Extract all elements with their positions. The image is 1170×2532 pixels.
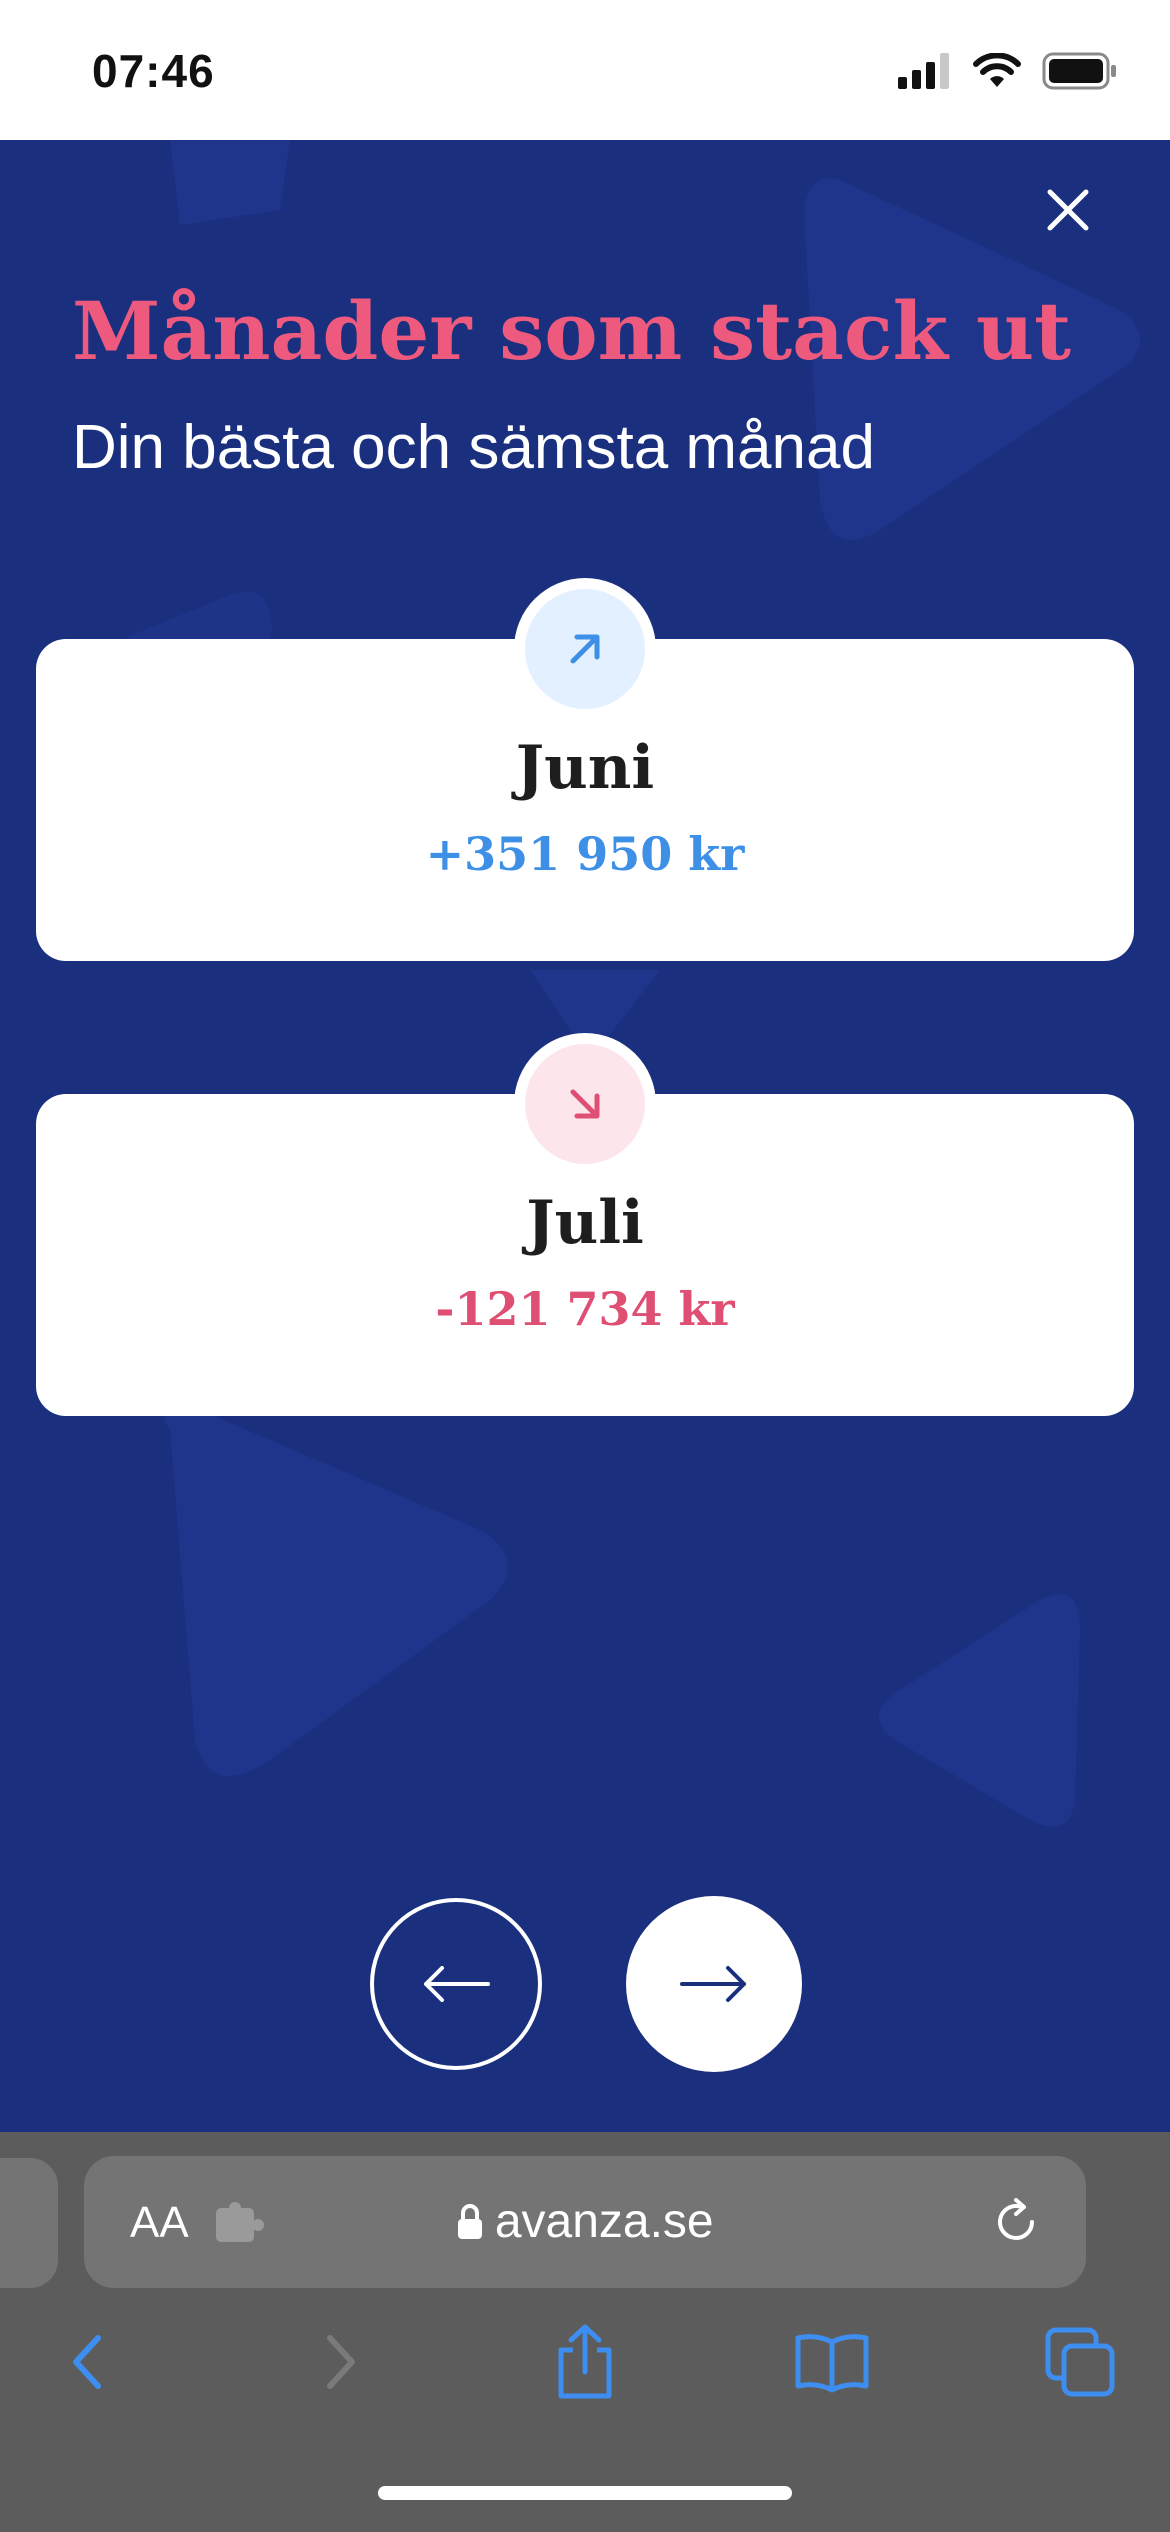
share-button[interactable] [545, 2322, 625, 2402]
best-month-amount: +351 950 kr [425, 827, 745, 881]
url-text: avanza.se [494, 2195, 714, 2248]
browser-chrome: AA avanza.se [0, 2132, 1170, 2532]
bookmarks-button[interactable] [792, 2322, 872, 2402]
highlight-screen: Månader som stack ut Din bästa och sämst… [0, 140, 1170, 2132]
share-icon [558, 2324, 612, 2399]
page-title: Månader som stack ut [72, 284, 1072, 378]
back-icon [73, 2335, 101, 2389]
tabs-icon [1045, 2327, 1115, 2397]
best-month-badge [514, 578, 656, 720]
close-icon[interactable] [1036, 178, 1100, 242]
arrow-down-right-icon [570, 1089, 600, 1119]
tabs-button[interactable] [1040, 2322, 1120, 2402]
status-bar: 07:46 [0, 0, 1170, 140]
bookmarks-icon [795, 2334, 869, 2393]
worst-month-amount: -121 734 kr [435, 1282, 735, 1336]
address-bar[interactable]: AA avanza.se [84, 2156, 1086, 2288]
lock-icon [458, 2203, 483, 2239]
battery-icon [1042, 52, 1116, 90]
forward-button[interactable] [300, 2322, 380, 2402]
reload-icon[interactable] [990, 2196, 1042, 2248]
arrow-up-right-icon [570, 634, 600, 664]
worst-month-name: Juli [526, 1188, 644, 1258]
best-month-name: Juni [515, 733, 655, 803]
previous-button[interactable] [370, 1898, 542, 2070]
browser-toolbar [0, 2322, 1170, 2422]
worst-month-badge [514, 1033, 656, 1175]
page-subtitle: Din bästa och sämsta månad [72, 413, 875, 482]
wifi-icon [973, 53, 1021, 87]
cellular-signal-icon [898, 53, 949, 89]
arrow-left-icon [424, 1966, 490, 2002]
back-button[interactable] [48, 2322, 128, 2402]
home-indicator [378, 2486, 792, 2500]
forward-icon [327, 2335, 355, 2389]
next-button[interactable] [626, 1896, 802, 2072]
status-icons [898, 52, 1118, 90]
previous-tab-preview[interactable] [0, 2158, 58, 2288]
status-time: 07:46 [92, 45, 215, 97]
arrow-right-icon [680, 1966, 746, 2002]
